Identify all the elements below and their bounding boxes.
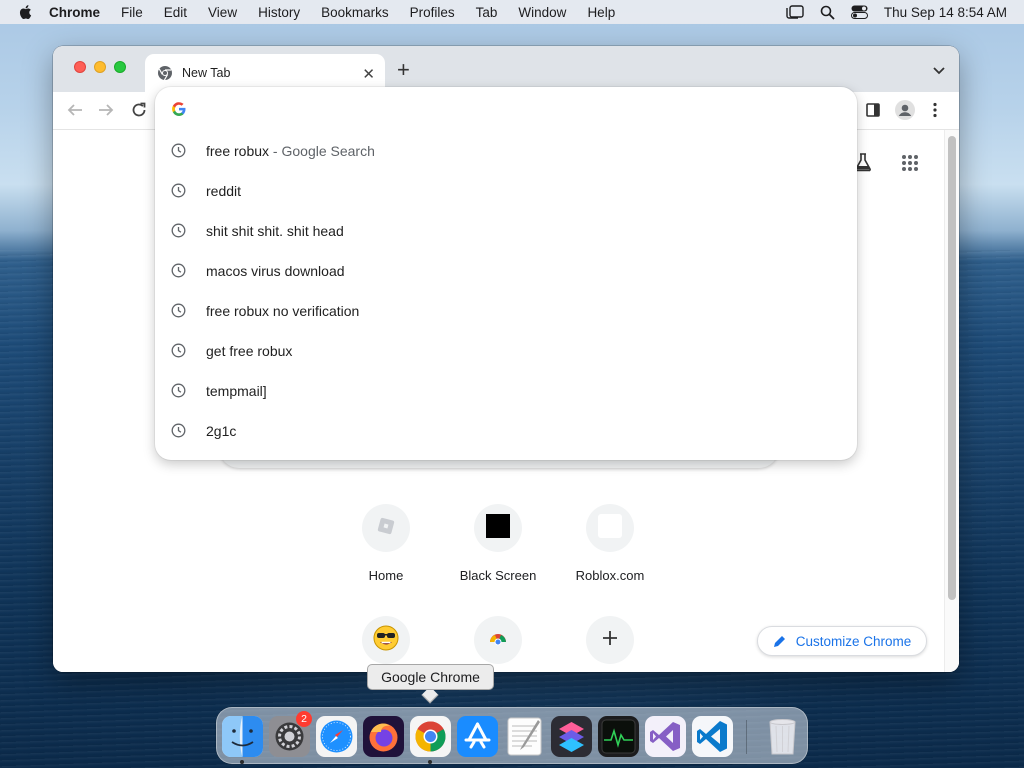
- menu-history[interactable]: History: [258, 5, 300, 20]
- textedit-icon[interactable]: [504, 716, 545, 757]
- plus-icon: [602, 630, 618, 651]
- customize-chrome-label: Customize Chrome: [795, 633, 912, 649]
- dock-separator: [746, 720, 747, 754]
- suggestion-text: free robux no verification: [206, 303, 360, 319]
- menu-window[interactable]: Window: [518, 5, 566, 20]
- history-clock-icon: [171, 183, 186, 201]
- shortcut-tile-roblox[interactable]: Roblox.com: [554, 504, 666, 583]
- minimize-window-button[interactable]: [94, 61, 106, 73]
- apple-icon[interactable]: [17, 3, 35, 21]
- suggestion-subtext: - Google Search: [269, 143, 375, 159]
- notification-badge: 2: [296, 711, 312, 727]
- suggestion-text: 2g1c: [206, 423, 237, 439]
- suggestion-text: macos virus download: [206, 263, 345, 279]
- omnibox-suggestion[interactable]: 2g1c: [155, 411, 857, 451]
- shortcut-tile-home[interactable]: Home: [330, 504, 442, 583]
- tab-title: New Tab: [182, 66, 231, 80]
- menu-view[interactable]: View: [208, 5, 237, 20]
- menu-profiles[interactable]: Profiles: [410, 5, 455, 20]
- customize-chrome-button[interactable]: Customize Chrome: [757, 626, 927, 656]
- google-chrome-icon[interactable]: [410, 716, 451, 757]
- close-tab-icon[interactable]: ✕: [362, 65, 375, 83]
- menu-app-name[interactable]: Chrome: [49, 5, 100, 20]
- history-clock-icon: [171, 343, 186, 361]
- shortcut-tile-emoji[interactable]: [330, 616, 442, 664]
- zoom-window-button[interactable]: [114, 61, 126, 73]
- omnibox-suggestion[interactable]: macos virus download: [155, 251, 857, 291]
- omnibox-dropdown: free robux - Google Search reddit shit s…: [155, 87, 857, 460]
- forward-arrow-icon[interactable]: [98, 102, 114, 123]
- menu-bar: Chrome File Edit View History Bookmarks …: [0, 0, 1024, 24]
- vscode-icon[interactable]: [692, 716, 733, 757]
- shortcut-label: Roblox.com: [575, 568, 645, 583]
- google-g-icon: [172, 102, 186, 121]
- shortcut-label: Black Screen: [459, 568, 537, 583]
- trash-icon[interactable]: [762, 716, 803, 757]
- dock: 2: [216, 707, 808, 764]
- back-arrow-icon[interactable]: [67, 102, 83, 123]
- history-clock-icon: [171, 143, 186, 161]
- black-square-icon: [486, 513, 510, 543]
- omnibox-suggestion[interactable]: free robux - Google Search: [155, 131, 857, 171]
- menu-help[interactable]: Help: [587, 5, 615, 20]
- omnibox-suggestion[interactable]: tempmail]: [155, 371, 857, 411]
- chrome-favicon-icon: [158, 66, 172, 81]
- shortcut-label: Home: [368, 568, 404, 583]
- menu-edit[interactable]: Edit: [164, 5, 187, 20]
- running-indicator: [428, 760, 432, 764]
- stage-manager-icon[interactable]: [786, 5, 804, 19]
- roblox-icon: [375, 515, 397, 542]
- menu-bookmarks[interactable]: Bookmarks: [321, 5, 389, 20]
- history-clock-icon: [171, 383, 186, 401]
- pencil-icon: [773, 636, 785, 647]
- app-store-icon[interactable]: [457, 716, 498, 757]
- suggestion-text: free robux: [206, 143, 270, 159]
- safari-icon[interactable]: [316, 716, 357, 757]
- suggestion-text: tempmail]: [206, 383, 267, 399]
- menubar-clock[interactable]: Thu Sep 14 8:54 AM: [884, 5, 1007, 20]
- side-panel-icon[interactable]: [865, 102, 881, 123]
- close-window-button[interactable]: [74, 61, 86, 73]
- google-apps-grid-icon[interactable]: [901, 154, 919, 177]
- history-clock-icon: [171, 303, 186, 321]
- suggestion-text: get free robux: [206, 343, 293, 359]
- spotlight-search-icon[interactable]: [820, 5, 835, 20]
- shortcut-tile-black-screen[interactable]: Black Screen: [442, 504, 554, 583]
- omnibox-suggestion[interactable]: get free robux: [155, 331, 857, 371]
- history-clock-icon: [171, 223, 186, 241]
- new-tab-button[interactable]: +: [397, 59, 410, 81]
- chrome-menu-kebab-icon[interactable]: [933, 102, 937, 123]
- menu-file[interactable]: File: [121, 5, 143, 20]
- firefox-icon[interactable]: [363, 716, 404, 757]
- omnibox-suggestion[interactable]: free robux no verification: [155, 291, 857, 331]
- activity-monitor-icon[interactable]: [598, 716, 639, 757]
- sunglasses-emoji-icon: [373, 625, 399, 656]
- running-indicator: [240, 760, 244, 764]
- finder-icon[interactable]: [222, 716, 263, 757]
- menu-tab[interactable]: Tab: [476, 5, 498, 20]
- omnibox-suggestion[interactable]: reddit: [155, 171, 857, 211]
- omnibox-input[interactable]: [195, 101, 835, 117]
- history-clock-icon: [171, 423, 186, 441]
- omnibox-suggestion[interactable]: shit shit shit. shit head: [155, 211, 857, 251]
- visual-studio-icon[interactable]: [645, 716, 686, 757]
- tab-search-chevron-icon[interactable]: [933, 62, 945, 80]
- chrome-web-store-icon: [488, 628, 508, 653]
- history-clock-icon: [171, 263, 186, 281]
- profile-avatar-icon[interactable]: [895, 100, 915, 125]
- shortcut-tile-web-store[interactable]: [442, 616, 554, 664]
- control-center-icon[interactable]: [850, 5, 868, 19]
- add-shortcut-button[interactable]: [554, 616, 666, 664]
- suggestion-text: reddit: [206, 183, 242, 199]
- page-scrollbar-thumb[interactable]: [948, 136, 956, 600]
- blank-icon: [598, 513, 622, 543]
- reload-icon[interactable]: [131, 102, 147, 123]
- shortcuts-icon[interactable]: [551, 716, 592, 757]
- suggestion-text: shit shit shit. shit head: [206, 223, 344, 239]
- tab-strip: New Tab ✕ +: [53, 46, 959, 92]
- dock-tooltip: Google Chrome: [367, 664, 494, 690]
